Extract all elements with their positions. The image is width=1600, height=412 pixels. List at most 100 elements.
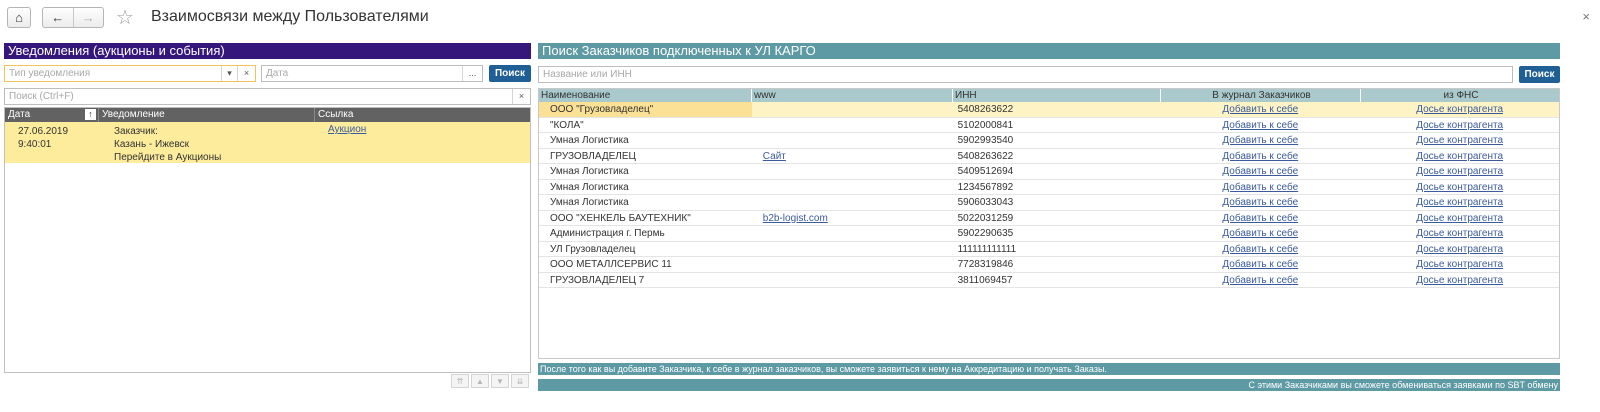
cell-name-cell: Умная Логистика <box>539 164 752 179</box>
arrow-right-icon: → <box>81 10 95 25</box>
notifications-search-button[interactable]: Поиск <box>489 65 531 82</box>
notifications-header: Уведомления (аукционы и события) <box>4 43 531 59</box>
row-time: 9:40:01 <box>18 139 52 150</box>
scroll-first-icon[interactable]: ⇈ <box>451 374 469 388</box>
customers-search-button[interactable]: Поиск <box>1519 66 1560 83</box>
close-icon[interactable]: × <box>1582 9 1590 24</box>
cell-name: "КОЛА" <box>550 119 584 131</box>
table-row[interactable]: Умная Логистика 5902993540 Добавить к себе… <box>539 133 1559 149</box>
add-to-journal-link[interactable]: Добавить к себе <box>1222 244 1298 255</box>
table-row[interactable]: ГРУЗОВЛАДЕЛЕЦ Сайт 5408263622 Добавить к се… <box>539 149 1559 164</box>
fns-dossier-link[interactable]: Досье контрагента <box>1416 120 1503 131</box>
ellipsis-icon[interactable]: ... <box>462 66 482 81</box>
home-icon: ⌂ <box>15 10 23 25</box>
quick-clear-icon[interactable]: × <box>512 89 530 104</box>
customer-search-input[interactable]: Название или ИНН <box>538 66 1513 83</box>
add-to-journal-link[interactable]: Добавить к себе <box>1222 120 1298 131</box>
cell-name: ГРУЗОВЛАДЕЛЕЦ 7 <box>550 274 645 286</box>
add-to-journal-link-cell: Добавить к себе <box>1160 102 1360 117</box>
table-header: Наименование www ИНН В журнал Заказчиков… <box>539 89 1559 102</box>
table-row[interactable]: ООО МЕТАЛЛСЕРВИС 11 7728319846 Добавить к … <box>539 257 1559 273</box>
add-to-journal-link[interactable]: Добавить к себе <box>1222 197 1298 208</box>
column-notification[interactable]: Уведомление <box>99 108 315 122</box>
auction-link[interactable]: Аукцион <box>328 124 366 135</box>
fns-dossier-link[interactable]: Досье контрагента <box>1416 151 1503 162</box>
cell-www[interactable]: b2b-logist.com <box>763 213 828 224</box>
add-to-journal-link[interactable]: Добавить к себе <box>1222 275 1298 286</box>
home-button[interactable]: ⌂ <box>7 7 31 28</box>
arrow-left-icon: ← <box>51 10 65 25</box>
column-inn[interactable]: ИНН <box>953 89 1161 102</box>
cell-name: ООО МЕТАЛЛСЕРВИС 11 <box>550 259 672 270</box>
column-journal[interactable]: В журнал Заказчиков <box>1161 89 1361 102</box>
column-name[interactable]: Наименование <box>539 89 752 102</box>
cell-www-cell: b2b-logist.com <box>752 211 953 226</box>
customers-table-body: ООО "Грузовладелец" 5408263622 Добавить к … <box>539 102 1559 288</box>
fns-dossier-link[interactable]: Досье контрагента <box>1416 182 1503 193</box>
fns-dossier-link-cell: Досье контрагента <box>1360 273 1559 288</box>
cell-inn-cell: 5408263622 <box>953 149 1161 164</box>
forward-button[interactable]: → <box>74 8 104 27</box>
cell-inn-cell: 5022031259 <box>953 211 1161 226</box>
fns-dossier-link[interactable]: Досье контрагента <box>1416 135 1503 146</box>
column-link[interactable]: Ссылка <box>315 108 530 122</box>
fns-dossier-link[interactable]: Досье контрагента <box>1416 244 1503 255</box>
sort-arrow-icon[interactable]: ↑ <box>85 109 96 120</box>
cell-name-cell: ГРУЗОВЛАДЕЛЕЦ 7 <box>539 273 752 288</box>
cell-www-cell <box>752 133 953 148</box>
fns-dossier-link[interactable]: Досье контрагента <box>1416 213 1503 224</box>
fns-dossier-link-cell: Досье контрагента <box>1360 242 1559 257</box>
table-row[interactable]: ООО "Грузовладелец" 5408263622 Добавить к … <box>539 102 1559 118</box>
add-to-journal-link[interactable]: Добавить к себе <box>1222 104 1298 115</box>
cell-www-cell <box>752 180 953 195</box>
cell-www-cell <box>752 102 953 117</box>
fns-dossier-link[interactable]: Досье контрагента <box>1416 104 1503 115</box>
table-row[interactable]: "КОЛА" 5102000841 Добавить к себе Досье кон… <box>539 118 1559 133</box>
cell-name-cell: УЛ Грузовладелец <box>539 242 752 257</box>
table-row[interactable]: ГРУЗОВЛАДЕЛЕЦ 7 3811069457 Добавить к себе… <box>539 273 1559 288</box>
star-icon[interactable]: ☆ <box>116 5 134 30</box>
customers-table: Наименование www ИНН В журнал Заказчиков… <box>538 88 1560 359</box>
fns-dossier-link[interactable]: Досье контрагента <box>1416 275 1503 286</box>
scroll-up-icon[interactable]: ▲ <box>471 374 489 388</box>
add-to-journal-link[interactable]: Добавить к себе <box>1222 135 1298 146</box>
add-to-journal-link[interactable]: Добавить к себе <box>1222 228 1298 239</box>
add-to-journal-link[interactable]: Добавить к себе <box>1222 213 1298 224</box>
scroll-last-icon[interactable]: ⇊ <box>511 374 529 388</box>
table-row[interactable]: Администрация г. Пермь 5902290635 Добавить… <box>539 226 1559 242</box>
table-row[interactable]: Умная Логистика 5409512694 Добавить к себе… <box>539 164 1559 180</box>
fns-dossier-link-cell: Досье контрагента <box>1360 102 1559 117</box>
column-date[interactable]: Дата ↑ <box>5 108 99 122</box>
quick-search-input[interactable]: Поиск (Ctrl+F) × <box>4 88 531 105</box>
scroll-down-icon[interactable]: ▼ <box>491 374 509 388</box>
fns-dossier-link[interactable]: Досье контрагента <box>1416 259 1503 270</box>
add-to-journal-link-cell: Добавить к себе <box>1160 195 1360 210</box>
add-to-journal-link[interactable]: Добавить к себе <box>1222 151 1298 162</box>
fns-dossier-link[interactable]: Досье контрагента <box>1416 166 1503 177</box>
notification-type-field[interactable]: Тип уведомления ▾ × <box>4 65 256 82</box>
info-notice-exchange: С этими Заказчиками вы сможете обмениват… <box>538 379 1560 391</box>
fns-dossier-link[interactable]: Досье контрагента <box>1416 228 1503 239</box>
cell-inn-cell: 3811069457 <box>953 273 1161 288</box>
clear-icon[interactable]: × <box>237 66 255 81</box>
column-www[interactable]: www <box>752 89 953 102</box>
table-row[interactable]: ООО "ХЕНКЕЛЬ БАУТЕХНИК" b2b-logist.com 502… <box>539 211 1559 226</box>
cell-www-cell <box>752 273 953 288</box>
table-row[interactable]: 27.06.2019 9:40:01 Заказчик: Казань - Иж… <box>5 122 530 163</box>
table-row[interactable]: Умная Логистика 1234567892 Добавить к себе… <box>539 180 1559 195</box>
column-fns[interactable]: из ФНС <box>1361 89 1559 102</box>
fns-dossier-link[interactable]: Досье контрагента <box>1416 197 1503 208</box>
add-to-journal-link[interactable]: Добавить к себе <box>1222 182 1298 193</box>
cell-name: Умная Логистика <box>550 181 629 193</box>
cell-www[interactable]: Сайт <box>763 151 786 162</box>
add-to-journal-link-cell: Добавить к себе <box>1160 273 1360 288</box>
date-field[interactable]: Дата ... <box>261 65 483 82</box>
add-to-journal-link[interactable]: Добавить к себе <box>1222 166 1298 177</box>
table-row[interactable]: УЛ Грузовладелец 111111111111 Добавить к с… <box>539 242 1559 257</box>
table-row[interactable]: Умная Логистика 5906033043 Добавить к себе… <box>539 195 1559 211</box>
cell-inn-cell: 5408263622 <box>953 102 1161 117</box>
chevron-down-icon[interactable]: ▾ <box>221 66 237 81</box>
add-to-journal-link[interactable]: Добавить к себе <box>1222 259 1298 270</box>
back-button[interactable]: ← <box>43 8 74 27</box>
cell-name-cell: Умная Логистика <box>539 195 752 210</box>
